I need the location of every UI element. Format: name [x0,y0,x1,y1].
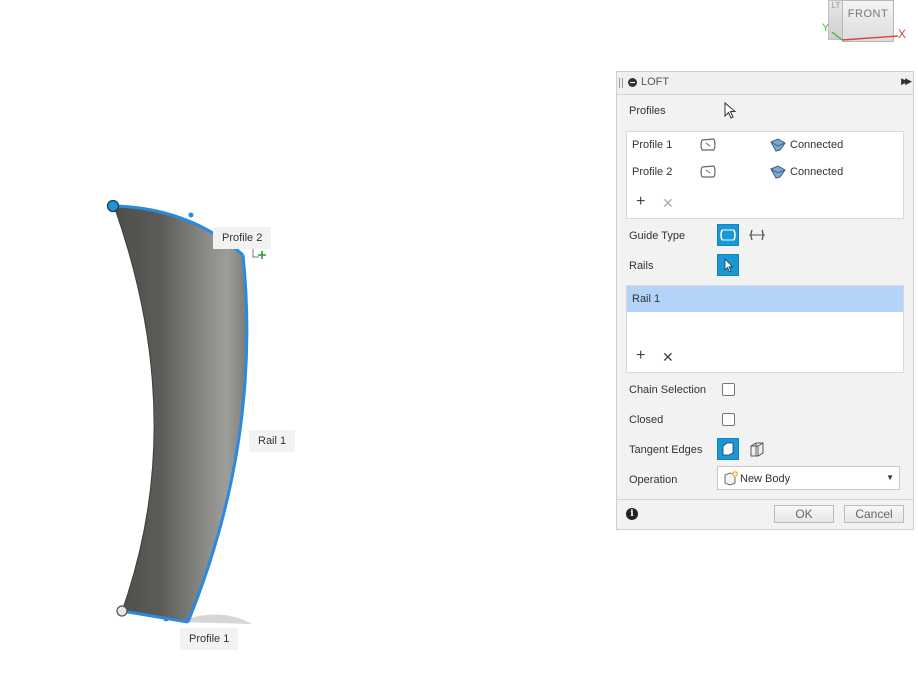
drag-grip-icon[interactable] [619,78,623,88]
dialog-title: LOFT [641,76,670,88]
dialog-header[interactable]: LOFT ▶▶ [617,72,913,95]
chevron-down-icon[interactable]: ▼ [886,473,894,482]
tangent-edges-merge-button[interactable] [717,438,739,460]
rails-select-button[interactable] [717,254,739,276]
ok-button[interactable]: OK [774,505,834,523]
keep-tangent-icon [750,442,764,457]
merge-tangent-icon [722,442,734,456]
operation-dropdown[interactable]: New Body ▼ [717,466,900,490]
start-point-handle[interactable] [106,199,120,213]
profile-status[interactable]: Connected [790,166,843,178]
collapse-icon[interactable] [628,78,637,87]
profile-1-label[interactable]: Profile 1 [180,628,239,650]
connected-icon[interactable] [770,138,786,152]
profile-name: Profile 2 [632,166,673,178]
rails-label: Rails [629,260,654,272]
end-point-handle[interactable] [116,605,128,617]
profile-endpoint-icon[interactable] [699,137,716,151]
profiles-list[interactable]: Profile 1 Connected Profile 2 Connected … [626,131,904,219]
closed-checkbox[interactable] [722,413,735,426]
new-body-icon [723,470,739,489]
loft-surface-drawing [106,199,266,624]
chain-selection-label: Chain Selection [629,384,707,396]
chain-selection-checkbox[interactable] [722,383,735,396]
rails-list[interactable]: Rail 1 + ✕ [626,285,904,373]
list-item[interactable]: Rail 1 [627,286,903,312]
cancel-button[interactable]: Cancel [844,505,904,523]
profiles-label: Profiles [629,105,666,117]
list-item[interactable]: Profile 1 Connected [627,132,903,158]
edge-point[interactable] [188,212,194,218]
remove-rail-button[interactable]: ✕ [662,350,674,364]
profile-2-label[interactable]: Profile 2 [213,227,272,249]
x-axis-label: X [898,27,907,41]
list-item[interactable]: Profile 2 Connected [627,159,903,185]
tangent-edges-keep-button[interactable] [746,438,768,460]
rails-guide-icon [720,229,736,241]
dialog-footer: i OK Cancel [617,499,913,530]
profile-endpoint-icon[interactable] [699,164,716,178]
remove-profile-button[interactable]: ✕ [662,196,674,210]
axis-lines [831,31,899,41]
connect-marker-icon[interactable] [252,249,266,259]
loft-surface[interactable] [113,205,248,623]
operation-value: New Body [740,473,791,485]
guide-centerline-button[interactable] [746,224,768,246]
connected-icon[interactable] [770,165,786,179]
add-profile-button[interactable]: + [636,194,645,210]
closed-label: Closed [629,414,664,426]
select-cursor-icon[interactable] [722,101,737,122]
guide-rails-button[interactable] [717,224,739,246]
view-cube[interactable]: LT FRONT Y X [818,0,918,48]
add-rail-button[interactable]: + [636,348,645,364]
edge-point[interactable] [163,616,169,622]
rail-name: Rail 1 [632,293,661,305]
expand-panel-icon[interactable]: ▶▶ [901,76,912,87]
guide-type-label: Guide Type [629,230,686,242]
tangent-edges-label: Tangent Edges [629,444,703,456]
operation-label: Operation [629,474,678,486]
rail-1-label[interactable]: Rail 1 [249,430,296,452]
centerline-guide-icon [749,229,765,241]
info-icon[interactable]: i [626,508,638,520]
loft-dialog: LOFT ▶▶ Profiles Profile 1 Connected Pro… [616,71,914,530]
profile-status[interactable]: Connected [790,139,843,151]
select-cursor-icon [724,258,734,273]
profile-name: Profile 1 [632,139,673,151]
